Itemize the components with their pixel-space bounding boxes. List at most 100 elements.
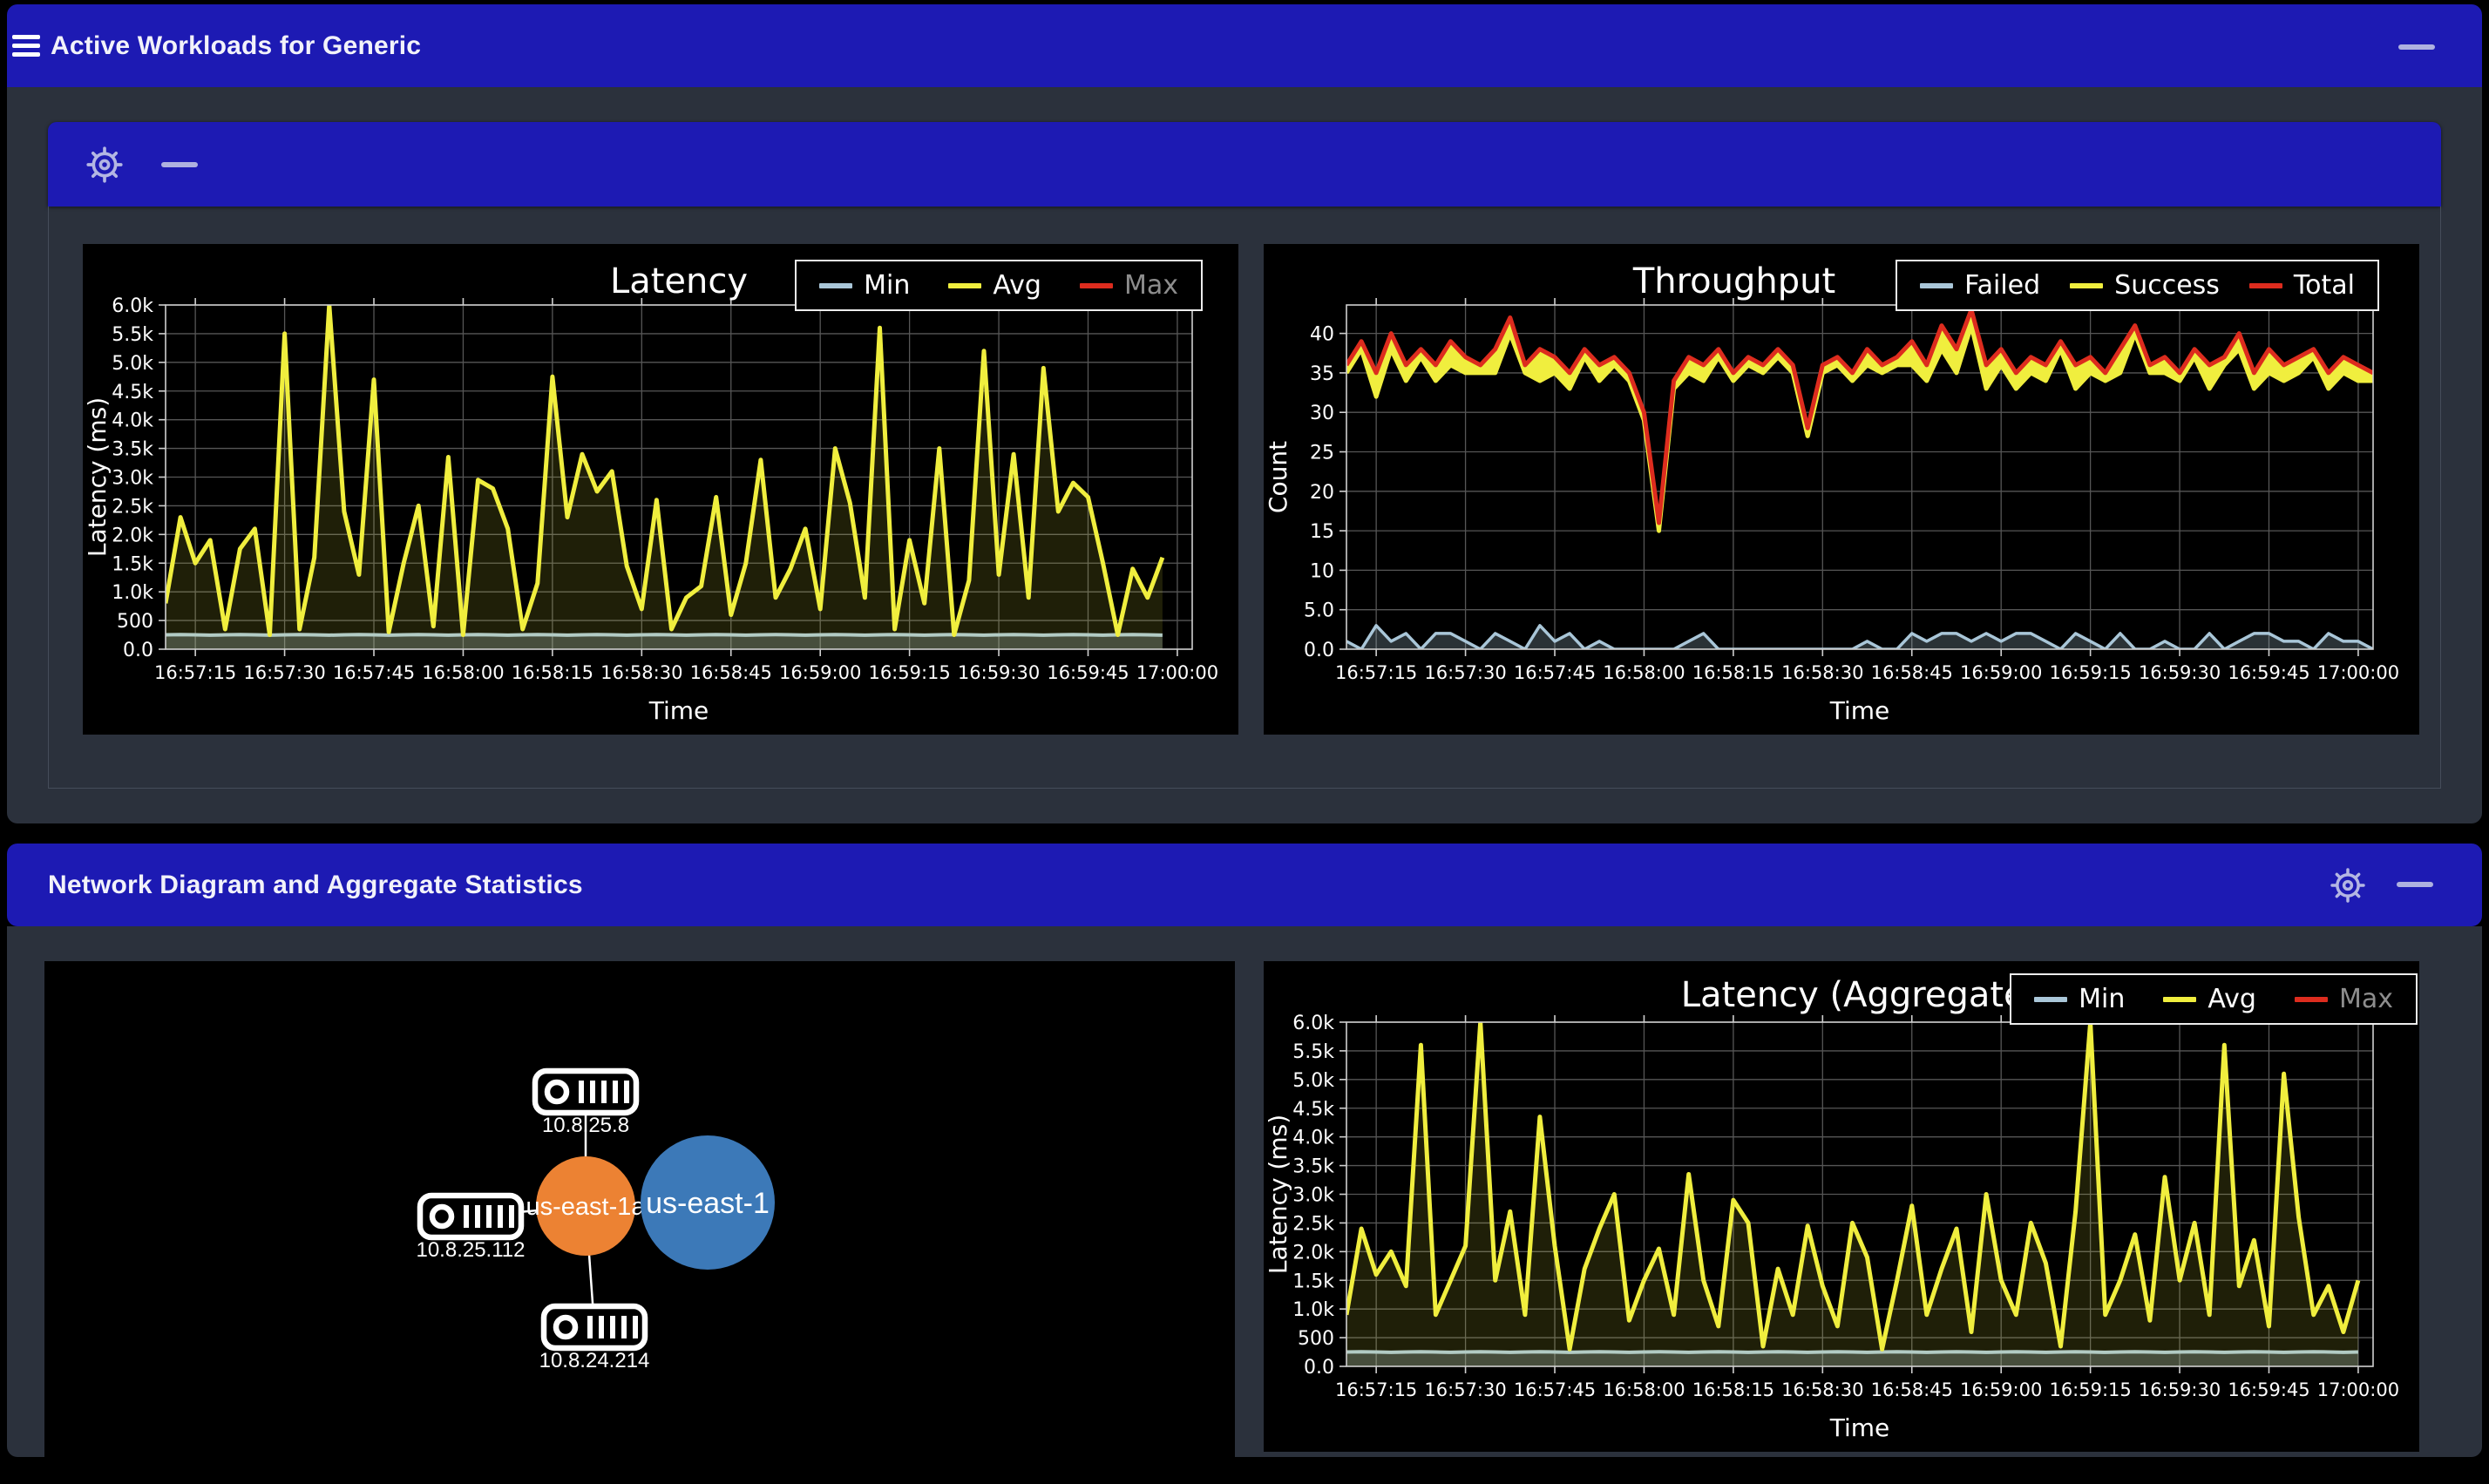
legend-label: Max: [2338, 984, 2393, 1014]
section-title: Network Diagram and Aggregate Statistics: [48, 870, 583, 899]
svg-text:16:58:00: 16:58:00: [1603, 1379, 1685, 1400]
svg-text:2.0k: 2.0k: [112, 525, 153, 546]
svg-text:16:57:30: 16:57:30: [1424, 662, 1506, 683]
svg-text:4.5k: 4.5k: [112, 382, 153, 403]
svg-text:5.5k: 5.5k: [1292, 1041, 1334, 1063]
zone-node[interactable]: us-east-1a: [526, 1156, 646, 1256]
legend-item-failed[interactable]: Failed: [1920, 270, 2040, 301]
minimize-icon[interactable]: [2397, 882, 2433, 887]
svg-text:16:57:45: 16:57:45: [333, 662, 415, 683]
svg-text:16:58:45: 16:58:45: [1871, 662, 1953, 683]
svg-text:16:59:30: 16:59:30: [2139, 662, 2221, 683]
legend-item-total[interactable]: Total: [2248, 270, 2355, 301]
legend-swatch: [2294, 996, 2328, 1002]
svg-text:3.0k: 3.0k: [112, 468, 153, 490]
svg-text:0.0: 0.0: [123, 640, 153, 661]
svg-text:Count: Count: [1264, 441, 1292, 513]
legend-swatch: [2034, 996, 2068, 1002]
latency-plot[interactable]: 16:57:15 16:57:30 16:57:45 16:58:00 16:58:15…: [83, 244, 1238, 735]
svg-text:3.0k: 3.0k: [1292, 1185, 1334, 1207]
legend-label: Success: [2114, 270, 2220, 301]
svg-text:16:58:45: 16:58:45: [690, 662, 772, 683]
svg-text:16:58:30: 16:58:30: [1781, 662, 1863, 683]
svg-text:4.0k: 4.0k: [1292, 1128, 1334, 1149]
svg-text:2.0k: 2.0k: [1292, 1242, 1334, 1264]
svg-text:16:57:30: 16:57:30: [1424, 1379, 1506, 1400]
svg-text:3.5k: 3.5k: [112, 439, 153, 461]
svg-text:2.5k: 2.5k: [112, 496, 153, 518]
legend-item-avg[interactable]: Avg: [2163, 984, 2256, 1014]
latency-chart-panel: 16:57:15 16:57:30 16:57:45 16:58:00 16:58:15…: [83, 244, 1238, 735]
chart-legend: Min Avg Max: [2010, 973, 2418, 1025]
svg-text:6.0k: 6.0k: [1292, 1013, 1334, 1034]
svg-text:16:59:15: 16:59:15: [868, 662, 950, 683]
svg-text:1.5k: 1.5k: [1292, 1271, 1334, 1292]
throughput-chart-panel: 16:57:15 16:57:30 16:57:45 16:58:00 16:58:15…: [1264, 244, 2419, 735]
svg-text:1.5k: 1.5k: [112, 553, 153, 575]
zone-node[interactable]: us-east-1: [641, 1135, 775, 1270]
svg-text:16:59:45: 16:59:45: [2228, 1379, 2309, 1400]
svg-text:16:57:30: 16:57:30: [243, 662, 325, 683]
legend-item-min[interactable]: Min: [819, 270, 910, 301]
minimize-icon[interactable]: [2398, 44, 2435, 50]
legend-item-min[interactable]: Min: [2034, 984, 2125, 1014]
host-node[interactable]: 10.8.25.8: [532, 1067, 640, 1137]
legend-item-max[interactable]: Max: [2294, 984, 2393, 1014]
gear-icon[interactable]: [85, 145, 125, 185]
network-diagram-panel: us-east-1a us-east-1 10.8.25.8 10.8.25.112 1…: [44, 961, 1235, 1457]
svg-text:17:00:00: 17:00:00: [2317, 1379, 2399, 1400]
svg-text:16:57:15: 16:57:15: [1335, 662, 1417, 683]
app-header: Active Workloads for Generic: [7, 4, 2482, 87]
legend-label: Failed: [1964, 270, 2041, 301]
legend-item-success[interactable]: Success: [2070, 270, 2220, 301]
svg-text:20: 20: [1310, 482, 1334, 504]
svg-text:17:00:00: 17:00:00: [2317, 662, 2399, 683]
legend-label: Max: [1123, 270, 1178, 301]
svg-text:16:59:30: 16:59:30: [958, 662, 1040, 683]
svg-text:0.0: 0.0: [1304, 640, 1334, 661]
legend-item-max[interactable]: Max: [1079, 270, 1178, 301]
gear-icon[interactable]: [2329, 866, 2367, 905]
throughput-plot[interactable]: 16:57:15 16:57:30 16:57:45 16:58:00 16:58:15…: [1264, 244, 2419, 735]
svg-text:25: 25: [1310, 443, 1334, 464]
host-node[interactable]: 10.8.24.214: [539, 1303, 650, 1372]
svg-text:5.0: 5.0: [1304, 600, 1334, 622]
svg-text:5.0k: 5.0k: [112, 353, 153, 375]
svg-text:5.5k: 5.5k: [112, 324, 153, 346]
legend-label: Min: [864, 270, 911, 301]
host-ip-label: 10.8.25.8: [542, 1114, 629, 1137]
svg-text:Time: Time: [648, 696, 709, 725]
svg-text:16:57:15: 16:57:15: [154, 662, 236, 683]
svg-text:35: 35: [1310, 363, 1334, 385]
legend-swatch: [819, 282, 853, 288]
svg-text:16:58:15: 16:58:15: [1692, 1379, 1774, 1400]
svg-text:1.0k: 1.0k: [112, 582, 153, 604]
network-diagram[interactable]: us-east-1a us-east-1 10.8.25.8 10.8.25.112 1…: [44, 961, 1235, 1484]
host-ip-label: 10.8.25.112: [416, 1238, 525, 1262]
chart-legend: Min Avg Max: [795, 260, 1203, 311]
minimize-icon[interactable]: [161, 161, 198, 167]
legend-swatch: [1920, 282, 1954, 288]
legend-swatch: [1079, 282, 1113, 288]
svg-text:2.5k: 2.5k: [1292, 1213, 1334, 1235]
legend-swatch: [2248, 282, 2282, 288]
svg-text:4.0k: 4.0k: [112, 410, 153, 432]
svg-text:4.5k: 4.5k: [1292, 1099, 1334, 1121]
svg-text:16:58:30: 16:58:30: [600, 662, 682, 683]
svg-text:16:59:15: 16:59:15: [2049, 1379, 2131, 1400]
svg-text:16:58:00: 16:58:00: [422, 662, 504, 683]
hamburger-menu-icon[interactable]: [12, 35, 40, 57]
svg-text:16:58:15: 16:58:15: [1692, 662, 1774, 683]
svg-text:16:59:00: 16:59:00: [1960, 662, 2042, 683]
dashboard-page: { "header1": { "title": "Active Workload…: [0, 0, 2489, 1457]
svg-text:16:57:15: 16:57:15: [1335, 1379, 1417, 1400]
legend-swatch: [948, 282, 982, 288]
host-node[interactable]: 10.8.25.112: [416, 1192, 526, 1262]
svg-text:16:57:45: 16:57:45: [1514, 662, 1596, 683]
svg-text:500: 500: [117, 611, 153, 633]
svg-text:16:59:45: 16:59:45: [2228, 662, 2309, 683]
legend-item-avg[interactable]: Avg: [948, 270, 1041, 301]
zone-label: us-east-1a: [526, 1193, 646, 1221]
aggregate-latency-plot[interactable]: 16:57:15 16:57:30 16:57:45 16:58:00 16:58:15…: [1264, 961, 2419, 1452]
svg-text:16:58:30: 16:58:30: [1781, 1379, 1863, 1400]
